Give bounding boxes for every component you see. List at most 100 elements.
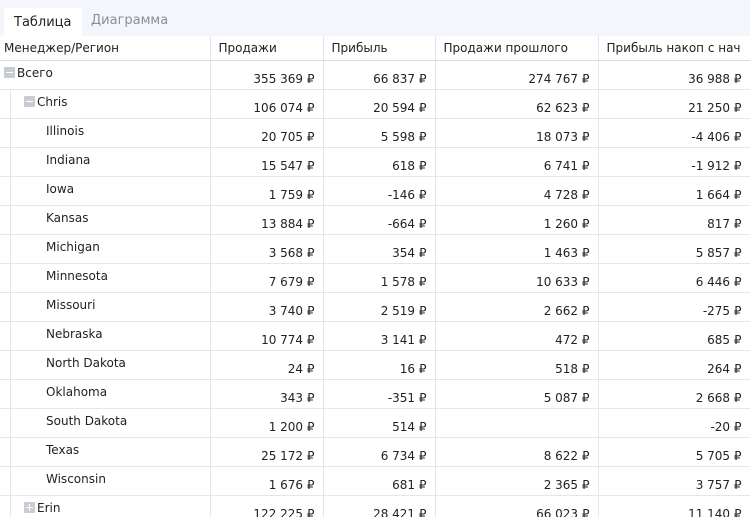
column-header-profit[interactable]: Прибыль — [323, 36, 436, 61]
tree-indent-guide — [10, 350, 11, 378]
tree-indent-guide — [10, 176, 11, 204]
table-row[interactable]: Chris 106 074 ₽20 594 ₽62 623 ₽21 250 ₽ — [0, 89, 750, 119]
value-cell: 66 837 ₽ — [323, 60, 436, 90]
row-header-cell: Nebraska — [0, 321, 211, 351]
value-cell: 2 662 ₽ — [435, 292, 599, 322]
value-cell: 16 ₽ — [323, 350, 436, 380]
row-label: Iowa — [46, 181, 75, 196]
value-cell: 514 ₽ — [323, 408, 436, 438]
value-cell: 3 757 ₽ — [598, 466, 750, 496]
value-cell: 4 728 ₽ — [435, 176, 599, 206]
tree-indent-guide — [10, 437, 11, 465]
row-label: South Dakota — [46, 413, 128, 428]
tree-indent-guide — [10, 292, 11, 320]
value-cell: 10 633 ₽ — [435, 263, 599, 293]
value-cell: 1 664 ₽ — [598, 176, 750, 206]
value-cell: 6 734 ₽ — [323, 437, 436, 467]
row-header-cell: Missouri — [0, 292, 211, 322]
value-cell: -664 ₽ — [323, 205, 436, 235]
value-cell: 681 ₽ — [323, 466, 436, 496]
value-cell: 11 140 ₽ — [598, 495, 750, 517]
expand-icon[interactable] — [24, 501, 35, 513]
tree-indent-guide — [10, 263, 11, 291]
value-cell: 1 676 ₽ — [210, 466, 324, 496]
row-label: Всего — [17, 65, 53, 80]
row-header-cell: Всего — [0, 60, 211, 90]
tab-chart[interactable]: Диаграмма — [81, 8, 178, 36]
value-cell: 685 ₽ — [598, 321, 750, 351]
table-row[interactable]: Erin 122 225 ₽28 421 ₽66 023 ₽11 140 ₽ — [0, 495, 750, 517]
value-cell: 518 ₽ — [435, 350, 599, 380]
value-cell: 274 767 ₽ — [435, 60, 599, 90]
row-label: Michigan — [46, 239, 100, 254]
table-row[interactable]: South Dakota 1 200 ₽514 ₽ -20 ₽ — [0, 408, 750, 438]
row-header-cell: Iowa — [0, 176, 211, 206]
table-row[interactable]: Oklahoma 343 ₽ -351 ₽5 087 ₽2 668 ₽ — [0, 379, 750, 409]
value-cell: -351 ₽ — [323, 379, 436, 409]
value-cell: 2 668 ₽ — [598, 379, 750, 409]
table-row[interactable]: Indiana 15 547 ₽618 ₽6 741 ₽ -1 912 ₽ — [0, 147, 750, 177]
value-cell: 5 087 ₽ — [435, 379, 599, 409]
table-row[interactable]: Missouri 3 740 ₽2 519 ₽2 662 ₽ -275 ₽ — [0, 292, 750, 322]
value-cell: 472 ₽ — [435, 321, 599, 351]
collapse-icon[interactable] — [24, 95, 35, 107]
value-cell: 36 988 ₽ — [598, 60, 750, 90]
row-header-cell: Illinois — [0, 118, 211, 148]
table-row[interactable]: Wisconsin 1 676 ₽681 ₽2 365 ₽3 757 ₽ — [0, 466, 750, 496]
value-cell: 66 023 ₽ — [435, 495, 599, 517]
tree-indent-guide — [10, 379, 11, 407]
value-cell: 3 740 ₽ — [210, 292, 324, 322]
value-cell: 21 250 ₽ — [598, 89, 750, 119]
row-label: Indiana — [46, 152, 91, 167]
column-header-sales[interactable]: Продажи — [210, 36, 324, 61]
table-row[interactable]: Texas 25 172 ₽6 734 ₽8 622 ₽5 705 ₽ — [0, 437, 750, 467]
row-header-cell: Chris — [0, 89, 211, 119]
value-cell: 3 568 ₽ — [210, 234, 324, 264]
table-row[interactable]: Minnesota 7 679 ₽1 578 ₽10 633 ₽6 446 ₽ — [0, 263, 750, 293]
table-row[interactable]: Iowa 1 759 ₽ -146 ₽4 728 ₽1 664 ₽ — [0, 176, 750, 206]
tab-table[interactable]: Таблица — [4, 8, 82, 36]
row-header-cell: Kansas — [0, 205, 211, 235]
row-header-cell: Erin — [0, 495, 211, 517]
row-header-cell: Indiana — [0, 147, 211, 177]
table-row[interactable]: Kansas 13 884 ₽ -664 ₽1 260 ₽817 ₽ — [0, 205, 750, 235]
value-cell: 6 446 ₽ — [598, 263, 750, 293]
value-cell: 8 622 ₽ — [435, 437, 599, 467]
value-cell: 24 ₽ — [210, 350, 324, 380]
value-cell: 3 141 ₽ — [323, 321, 436, 351]
value-cell: 1 578 ₽ — [323, 263, 436, 293]
header-row: Менеджер/Регион Продажи Прибыль Продажи … — [0, 36, 750, 61]
value-cell: -1 912 ₽ — [598, 147, 750, 177]
value-cell: 106 074 ₽ — [210, 89, 324, 119]
value-cell: 2 519 ₽ — [323, 292, 436, 322]
view-tabs: Таблица Диаграмма — [0, 0, 750, 37]
value-cell: 7 679 ₽ — [210, 263, 324, 293]
column-header-manager-region[interactable]: Менеджер/Регион — [0, 36, 211, 61]
value-cell: 1 759 ₽ — [210, 176, 324, 206]
table-row[interactable]: Всего 355 369 ₽66 837 ₽274 767 ₽36 988 ₽ — [0, 60, 750, 90]
table-row[interactable]: Nebraska 10 774 ₽3 141 ₽472 ₽685 ₽ — [0, 321, 750, 351]
row-label: Minnesota — [46, 268, 108, 283]
column-header-profit-cumulative[interactable]: Прибыль накоп с нач — [598, 36, 750, 61]
row-label: Wisconsin — [46, 471, 106, 486]
row-header-cell: Minnesota — [0, 263, 211, 293]
row-header-cell: Oklahoma — [0, 379, 211, 409]
value-cell: 62 623 ₽ — [435, 89, 599, 119]
value-cell: 1 260 ₽ — [435, 205, 599, 235]
tree-indent-guide — [10, 89, 11, 117]
tree-indent-guide — [10, 234, 11, 262]
value-cell: -146 ₽ — [323, 176, 436, 206]
collapse-icon[interactable] — [4, 66, 15, 78]
table-row[interactable]: Illinois 20 705 ₽5 598 ₽18 073 ₽ -4 406 ₽ — [0, 118, 750, 148]
value-cell: 1 463 ₽ — [435, 234, 599, 264]
column-header-sales-prev[interactable]: Продажи прошлого — [435, 36, 599, 61]
value-cell: 20 705 ₽ — [210, 118, 324, 148]
value-cell: 5 705 ₽ — [598, 437, 750, 467]
tree-indent-guide — [10, 147, 11, 175]
value-cell: 5 598 ₽ — [323, 118, 436, 148]
value-cell: 6 741 ₽ — [435, 147, 599, 177]
table-row[interactable]: Michigan 3 568 ₽354 ₽1 463 ₽5 857 ₽ — [0, 234, 750, 264]
table-row[interactable]: North Dakota 24 ₽16 ₽518 ₽264 ₽ — [0, 350, 750, 380]
pivot-grid: Менеджер/Регион Продажи Прибыль Продажи … — [0, 36, 750, 517]
value-cell: -4 406 ₽ — [598, 118, 750, 148]
